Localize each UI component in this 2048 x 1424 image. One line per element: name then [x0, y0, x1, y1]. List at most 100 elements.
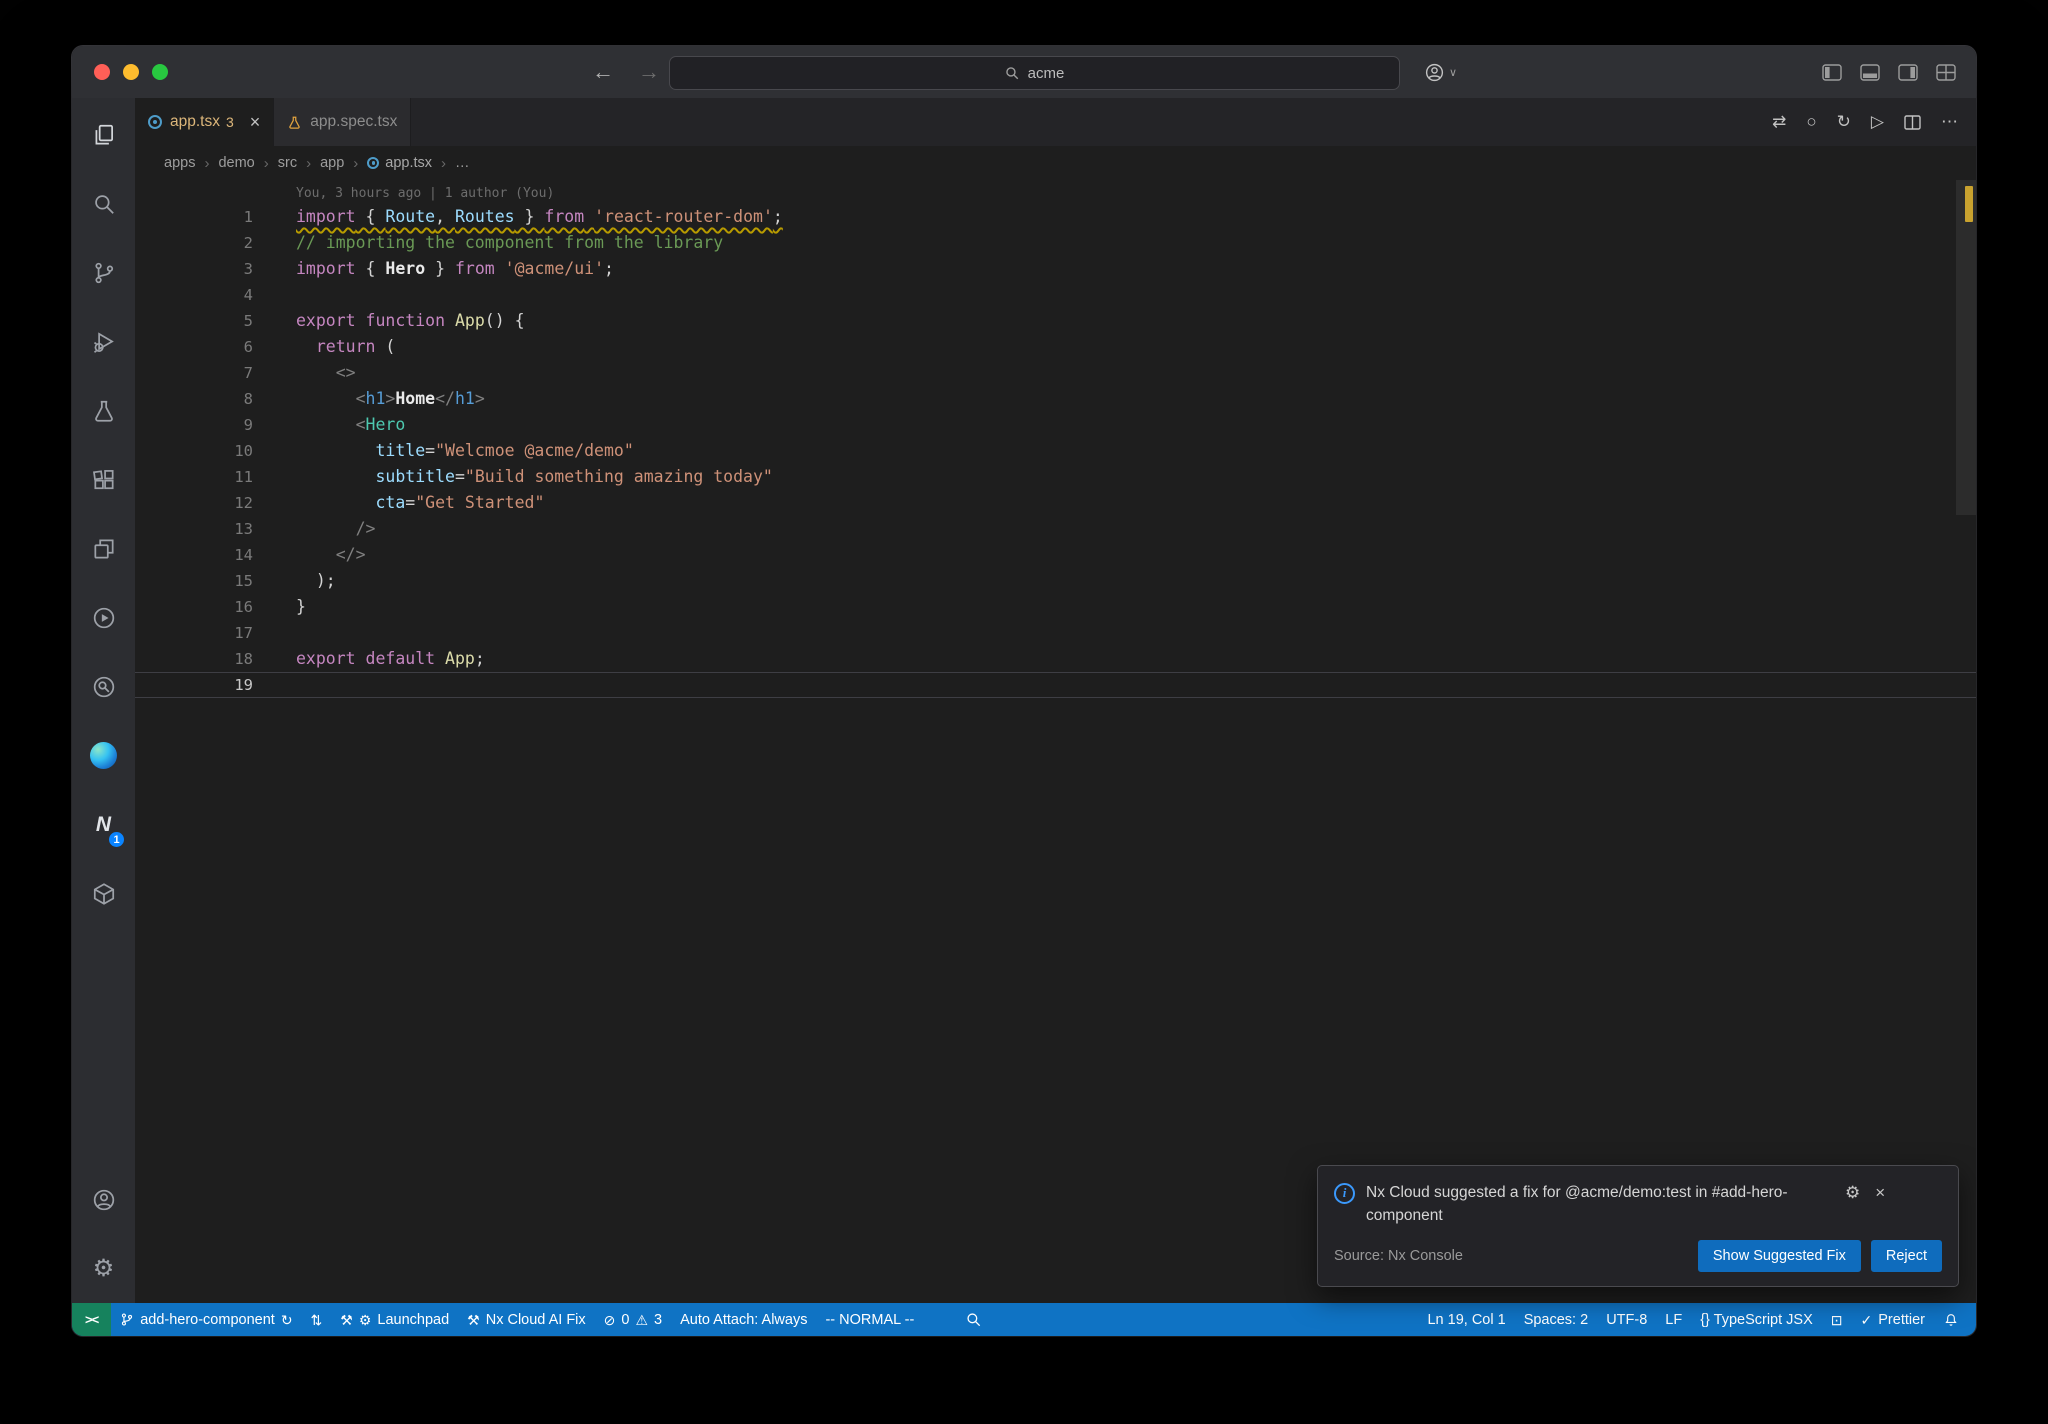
code-line[interactable]: 3 import { Hero } from '@acme/ui'; [135, 256, 1976, 282]
line-number: 2 [243, 234, 253, 252]
command-center-search[interactable]: acme [669, 56, 1400, 90]
close-tab-icon[interactable]: × [250, 112, 261, 133]
problems-status[interactable]: ⊘ 0 ⚠ 3 [595, 1303, 671, 1336]
sidebar-item-extensions[interactable] [72, 445, 135, 514]
line-number: 15 [234, 572, 253, 590]
zoom-window-button[interactable] [152, 64, 168, 80]
gear-icon: ⚙ [358, 1311, 372, 1328]
sidebar-item-inspect[interactable] [72, 652, 135, 721]
toggle-blame-icon[interactable]: ○ [1806, 112, 1816, 132]
code-line[interactable]: 6 return ( [135, 334, 1976, 360]
search-highlight-status[interactable] [957, 1303, 990, 1336]
line-number: 16 [234, 598, 253, 616]
person-icon [93, 1189, 114, 1210]
code-line[interactable]: 19 [135, 672, 1976, 698]
split-editor-icon[interactable] [1904, 114, 1921, 130]
run-file-icon[interactable]: ▷ [1871, 112, 1884, 132]
code-line[interactable]: 12 cta="Get Started" [135, 490, 1976, 516]
vim-mode-status[interactable]: -- NORMAL -- [816, 1303, 923, 1336]
sidebar-item-explorer[interactable] [72, 100, 135, 169]
language-mode-status[interactable]: {} TypeScript JSX [1691, 1303, 1822, 1336]
code-line[interactable]: 13 /> [135, 516, 1976, 542]
code-line[interactable]: 17 [135, 620, 1976, 646]
code-line[interactable]: 5 export function App() { [135, 308, 1976, 334]
notifications-status[interactable] [1934, 1303, 1968, 1336]
sidebar-item-run-debug[interactable] [72, 307, 135, 376]
code-line[interactable]: 18 export default App; [135, 646, 1976, 672]
breadcrumb-more[interactable]: … [455, 155, 470, 171]
sidebar-item-testing[interactable] [72, 376, 135, 445]
edge-tools-status[interactable]: ⊡ [1822, 1303, 1852, 1336]
sidebar-item-nx-console[interactable]: N 1 [72, 790, 135, 859]
accounts-button[interactable] [72, 1165, 135, 1234]
code-line[interactable]: 16} [135, 594, 1976, 620]
line-number: 19 [234, 676, 253, 694]
tab-app-tsx[interactable]: app.tsx 3 × [135, 98, 275, 146]
notification-close-icon[interactable]: × [1875, 1183, 1885, 1203]
launchpad-status[interactable]: ⚒ ⚙ Launchpad [331, 1303, 458, 1336]
back-button[interactable]: ← [592, 61, 614, 83]
open-changes-icon[interactable]: ⇄ [1772, 112, 1786, 132]
remote-indicator[interactable]: >< [72, 1303, 112, 1336]
sidebar-item-remote-explorer[interactable] [72, 514, 135, 583]
git-branch-status[interactable]: add-hero-component ↻ [111, 1303, 301, 1336]
compare-icon: ⇅ [310, 1311, 323, 1328]
editor[interactable]: You, 3 hours ago | 1 author (You) 1 impor… [135, 180, 1976, 1303]
line-number: 11 [234, 468, 253, 486]
cursor-position-status[interactable]: Ln 19, Col 1 [1418, 1303, 1514, 1336]
tab-app-spec-tsx[interactable]: app.spec.tsx [274, 98, 412, 146]
notification-settings-icon[interactable]: ⚙ [1845, 1183, 1860, 1203]
sidebar-item-run[interactable] [72, 583, 135, 652]
code-line[interactable]: 1 import { Route, Routes } from 'react-ro… [135, 204, 1976, 230]
eol-status[interactable]: LF [1656, 1303, 1691, 1336]
code-line[interactable]: 9 <Hero [135, 412, 1976, 438]
toggle-sidebar-icon[interactable] [1822, 63, 1842, 81]
code-line[interactable]: 10 title="Welcmoe @acme/demo" [135, 438, 1976, 464]
sync-changes-icon[interactable]: ↻ [281, 1313, 293, 1327]
formatter-status[interactable]: ✓ Prettier [1852, 1303, 1934, 1336]
code-line[interactable]: 15 ); [135, 568, 1976, 594]
close-window-button[interactable] [94, 64, 110, 80]
sidebar-item-source-control[interactable] [72, 238, 135, 307]
reject-button[interactable]: Reject [1870, 1240, 1942, 1272]
customize-layout-icon[interactable] [1936, 63, 1956, 81]
toggle-panel-icon[interactable] [1860, 63, 1880, 81]
codelens-blame[interactable]: You, 3 hours ago | 1 author (You) [265, 184, 554, 204]
scrollbar-slider[interactable] [1956, 180, 1976, 515]
refresh-icon[interactable]: ↻ [1837, 112, 1851, 132]
compare-changes-status[interactable]: ⇅ [302, 1303, 332, 1336]
line-number: 4 [243, 286, 253, 304]
code-line[interactable]: 8 <h1>Home</h1> [135, 386, 1976, 412]
source-control-icon [94, 262, 113, 283]
code-line[interactable]: 7 <> [135, 360, 1976, 386]
sidebar-item-edge-devtools[interactable] [72, 721, 135, 790]
code-text: <> [335, 363, 356, 382]
more-actions-icon[interactable]: ⋯ [1941, 112, 1958, 132]
account-button[interactable]: ∨ [1424, 62, 1457, 83]
settings-button[interactable]: ⚙ [72, 1234, 135, 1303]
scrollbar[interactable] [1956, 180, 1976, 1303]
forward-button[interactable]: → [638, 61, 660, 83]
line-number: 6 [243, 338, 253, 356]
breadcrumb-separator: › [204, 154, 210, 172]
minimize-window-button[interactable] [123, 64, 139, 80]
indentation-status[interactable]: Spaces: 2 [1515, 1303, 1598, 1336]
nx-cloud-fix-status[interactable]: ⚒ Nx Cloud AI Fix [458, 1303, 594, 1336]
auto-attach-status[interactable]: Auto Attach: Always [671, 1303, 816, 1336]
show-suggested-fix-button[interactable]: Show Suggested Fix [1697, 1240, 1861, 1272]
breadcrumb-item-src[interactable]: src [278, 155, 297, 171]
breadcrumb-item-app[interactable]: app [320, 155, 344, 171]
sidebar-item-packages[interactable] [72, 859, 135, 928]
code-line[interactable]: 11 subtitle="Build something amazing tod… [135, 464, 1976, 490]
breadcrumb-item-demo[interactable]: demo [218, 155, 254, 171]
code-line[interactable]: 4 [135, 282, 1976, 308]
code-line[interactable]: 2 // importing the component from the lib… [135, 230, 1976, 256]
sidebar-item-search[interactable] [72, 169, 135, 238]
code-line[interactable]: 14 </> [135, 542, 1976, 568]
encoding-status[interactable]: UTF-8 [1597, 1303, 1656, 1336]
toggle-secondary-sidebar-icon[interactable] [1898, 63, 1918, 81]
package-icon [93, 882, 114, 905]
breadcrumb-item-file[interactable]: app.tsx [367, 155, 432, 171]
breadcrumb-item-apps[interactable]: apps [164, 155, 195, 171]
